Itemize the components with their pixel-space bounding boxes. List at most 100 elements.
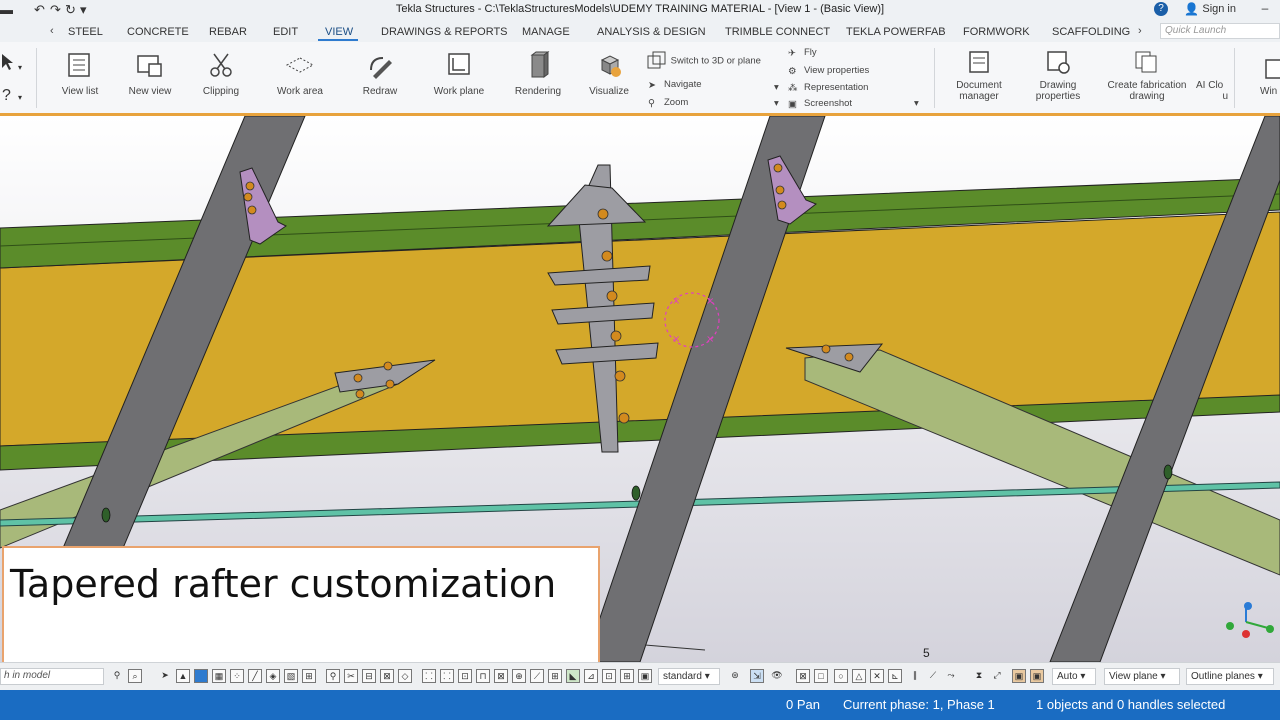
select-cut-icon[interactable]: ✂ (344, 669, 358, 683)
select-filter-icon[interactable]: ⊡ (602, 669, 616, 683)
work-plane-button[interactable]: Work plane (432, 50, 486, 97)
representation-button[interactable]: ⁂ Representation (788, 82, 868, 94)
outline-planes-dropdown[interactable]: Outline planes ▾ (1186, 668, 1274, 685)
select-pour-icon[interactable]: ⸬ (440, 669, 454, 683)
fly-button[interactable]: ✈ Fly (788, 47, 817, 59)
switch-3d-button[interactable]: Switch to 3D or plane (646, 50, 761, 72)
select-rebar-icon[interactable]: ⊟ (362, 669, 376, 683)
ribbon-panel: ▾ ? ▾ View list New view Clipping Work a… (0, 42, 1280, 114)
select-group-icon[interactable]: ⊞ (620, 669, 634, 683)
svg-text:×: × (706, 334, 714, 345)
tab-scaffolding[interactable]: SCAFFOLDING (1052, 26, 1130, 38)
create-fabrication-drawing-button[interactable]: Create fabrication drawing (1104, 50, 1190, 102)
snap-extension-icon[interactable]: ⤢ (990, 669, 1004, 683)
tab-view[interactable]: VIEW (325, 26, 353, 38)
visibility-eye-icon[interactable]: 👁 (770, 669, 784, 683)
tab-trimble-connect[interactable]: TRIMBLE CONNECT (725, 26, 830, 38)
select-analysis-icon[interactable]: ⊠ (494, 669, 508, 683)
snap-parallel-icon[interactable]: ∥ (908, 669, 922, 683)
search-in-model-input[interactable]: h in model (0, 668, 104, 685)
select-pointer-icon[interactable]: ➤ (158, 669, 172, 683)
rendering-button[interactable]: Rendering (514, 50, 562, 97)
snap-geometry-icon[interactable]: □ (814, 669, 828, 683)
minimize-icon[interactable]: – (1258, 1, 1272, 15)
svg-text:▾: ▾ (18, 93, 22, 102)
select-hidden-icon[interactable]: ◣ (566, 669, 580, 683)
select-all-icon[interactable] (194, 669, 208, 683)
work-area-button[interactable]: Work area (274, 50, 326, 97)
snap-depth-dropdown[interactable]: Auto ▾ (1052, 668, 1096, 685)
select-solid-icon[interactable]: ◈ (266, 669, 280, 683)
tabs-scroll-left-icon[interactable]: ‹ (50, 25, 54, 37)
navigate-dropdown-icon[interactable]: ▾ (774, 82, 779, 93)
window-icon (1265, 59, 1280, 79)
tab-edit[interactable]: EDIT (273, 26, 298, 38)
select-surface-icon[interactable]: ▧ (284, 669, 298, 683)
selection-filter-dropdown[interactable]: standard ▾ (658, 668, 720, 685)
zoom-button[interactable]: ⚲ Zoom (648, 97, 688, 109)
select-grid-icon[interactable]: ⁘ (230, 669, 244, 683)
snap-depth-icon[interactable]: ▣ (1012, 669, 1026, 683)
tab-analysis-design[interactable]: ANALYSIS & DESIGN (597, 26, 706, 38)
select-handle-icon[interactable]: ⊞ (548, 669, 562, 683)
snap-line-icon[interactable]: ⟋ (926, 669, 940, 683)
quick-launch-input[interactable]: Quick Launch (1160, 23, 1280, 39)
select-parts-icon[interactable]: ▲ (176, 669, 190, 683)
select-weld-icon[interactable]: ⚲ (326, 669, 340, 683)
search-icon[interactable]: ⚲ (110, 669, 124, 683)
new-view-button[interactable]: New view (126, 50, 174, 97)
tab-formwork[interactable]: FORMWORK (963, 26, 1030, 38)
switch-3d-icon (647, 51, 666, 69)
drawing-properties-button[interactable]: Drawing properties (1032, 50, 1084, 102)
user-icon[interactable]: 👤 (1184, 2, 1199, 16)
select-assembly-icon[interactable]: ⸬ (422, 669, 436, 683)
select-pointer-icon[interactable]: ▾ ? ▾ (0, 50, 30, 110)
select-edge-icon[interactable]: ⟋ (530, 669, 544, 683)
tab-concrete[interactable]: CONCRETE (127, 26, 189, 38)
select-object-icon[interactable]: ⊿ (584, 669, 598, 683)
snap-plane-icon[interactable]: ▣ (1030, 669, 1044, 683)
view-plane-dropdown[interactable]: View plane ▾ (1104, 668, 1180, 685)
snap-override-icon[interactable]: ⤳ (944, 669, 958, 683)
filter-settings-icon[interactable]: ⊛ (728, 669, 742, 683)
select-reference-icon[interactable]: ⊠ (380, 669, 394, 683)
snap-free-icon[interactable]: ⧗ (972, 669, 986, 683)
view-list-button[interactable]: View list (58, 50, 102, 97)
tab-steel[interactable]: STEEL (68, 26, 103, 38)
document-manager-button[interactable]: Document manager (950, 50, 1008, 102)
zoom-dropdown-icon[interactable]: ▾ (774, 98, 779, 109)
select-surface-treatment-icon[interactable]: ⊕ (512, 669, 526, 683)
navigate-button[interactable]: ➤ Navigate (648, 79, 702, 91)
sign-in-link[interactable]: Sign in (1202, 3, 1236, 15)
find-icon[interactable]: ⌕ (128, 669, 142, 683)
panel-dropdown-icon[interactable]: ▾ (914, 98, 919, 109)
select-lines-icon[interactable]: ╱ (248, 669, 262, 683)
snap-pointer-icon[interactable]: ⇲ (750, 669, 764, 683)
snap-midpoint-icon[interactable]: △ (852, 669, 866, 683)
help-icon[interactable]: ? (1154, 2, 1168, 16)
tabs-scroll-right-icon[interactable]: › (1138, 25, 1142, 37)
snap-intersection-icon[interactable]: ✕ (870, 669, 884, 683)
tab-manage[interactable]: MANAGE (522, 26, 570, 38)
snap-perpendicular-icon[interactable]: ⊾ (888, 669, 902, 683)
tab-rebar[interactable]: REBAR (209, 26, 247, 38)
select-plane-icon[interactable]: ◇ (398, 669, 412, 683)
select-construction-icon[interactable]: ⊓ (476, 669, 490, 683)
screenshot-button[interactable]: ▣ Screenshot (788, 98, 852, 110)
visualize-button[interactable]: Visualize (586, 50, 632, 97)
snap-reference-icon[interactable]: ⊠ (796, 669, 810, 683)
window-button[interactable]: Win (1260, 50, 1280, 97)
select-bolt-icon[interactable]: ⊞ (302, 669, 316, 683)
clipping-button[interactable]: Clipping (198, 50, 244, 97)
status-phase[interactable]: Current phase: 1, Phase 1 (843, 697, 995, 712)
ai-cloud-button[interactable]: AI Clo u (1196, 50, 1232, 102)
redraw-button[interactable]: Redraw (358, 50, 402, 97)
tab-tekla-powerfab[interactable]: TEKLA POWERFAB (846, 26, 946, 38)
snap-center-icon[interactable]: ○ (834, 669, 848, 683)
select-custom-icon[interactable]: ▣ (638, 669, 652, 683)
select-components-icon[interactable]: ▦ (212, 669, 226, 683)
tab-drawings-reports[interactable]: DRAWINGS & REPORTS (381, 26, 508, 38)
select-point-icon[interactable]: ⊡ (458, 669, 472, 683)
active-tab-indicator (318, 39, 358, 41)
view-properties-button[interactable]: ⚙ View properties (788, 65, 869, 77)
